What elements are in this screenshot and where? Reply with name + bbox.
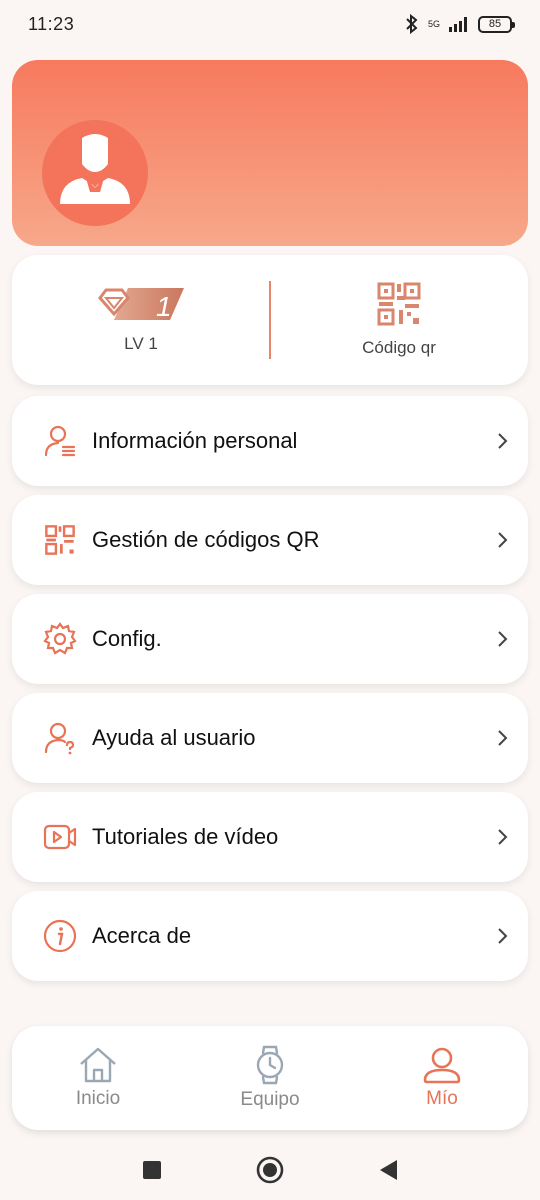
tab-equipo[interactable]: Equipo	[184, 1026, 356, 1130]
gear-icon	[42, 621, 78, 657]
tab-inicio[interactable]: Inicio	[12, 1026, 184, 1130]
menu-item-user-help[interactable]: Ayuda al usuario	[12, 693, 528, 783]
bottom-nav: Inicio Equipo Mío	[12, 1026, 528, 1130]
level-badge-icon	[98, 288, 184, 320]
status-icons: 5G 85	[404, 14, 515, 34]
menu-label: Tutoriales de vídeo	[92, 824, 279, 849]
avatar-person-icon	[60, 134, 130, 204]
battery-indicator: 85	[478, 15, 515, 33]
video-icon	[42, 819, 78, 855]
chevron-right-icon	[478, 432, 528, 450]
home-button[interactable]	[255, 1155, 285, 1185]
chevron-right-icon	[478, 531, 528, 549]
menu-item-config[interactable]: Config.	[12, 594, 528, 684]
menu-label: Información personal	[92, 428, 298, 453]
qr-label: Código qr	[362, 338, 436, 357]
menu-label: Acerca de	[92, 923, 192, 948]
menu-label: Gestión de códigos QR	[92, 527, 320, 552]
avatar[interactable]	[42, 120, 148, 226]
home-icon	[80, 1047, 116, 1083]
back-button[interactable]	[377, 1158, 399, 1182]
signal-icon	[449, 17, 467, 32]
tab-label: Mío	[426, 1088, 458, 1109]
qr-code-icon	[42, 522, 78, 558]
network-type: 5G	[427, 18, 440, 29]
menu-label: Ayuda al usuario	[92, 725, 256, 750]
bluetooth-icon	[406, 14, 418, 34]
status-bar: 11:23 5G 85	[0, 0, 540, 48]
qr-section[interactable]: Código qr	[270, 255, 528, 385]
chevron-right-icon	[478, 927, 528, 945]
level-card: 1 LV 1 Código qr	[12, 255, 528, 385]
chevron-right-icon	[478, 729, 528, 747]
menu-label: Config.	[92, 626, 162, 651]
tab-mio[interactable]: Mío	[356, 1026, 528, 1130]
menu-item-qr-management[interactable]: Gestión de códigos QR	[12, 495, 528, 585]
tab-label: Equipo	[240, 1089, 300, 1110]
tab-label: Inicio	[75, 1088, 121, 1109]
qr-code-icon	[377, 282, 421, 326]
menu-item-video-tutorials[interactable]: Tutoriales de vídeo	[12, 792, 528, 882]
user-help-icon	[42, 720, 78, 756]
profile-header	[12, 60, 528, 246]
recents-button[interactable]	[141, 1159, 163, 1181]
info-icon	[42, 918, 78, 954]
level-label: LV 1	[124, 334, 158, 353]
menu-item-about[interactable]: Acerca de	[12, 891, 528, 981]
watch-icon	[256, 1045, 284, 1085]
menu-item-personal-info[interactable]: Información personal	[12, 396, 528, 486]
system-nav-bar	[0, 1140, 540, 1200]
chevron-right-icon	[478, 630, 528, 648]
person-list-icon	[42, 423, 78, 459]
chevron-right-icon	[478, 828, 528, 846]
level-badge-number: 1	[156, 291, 172, 322]
level-section[interactable]: 1 LV 1	[12, 255, 270, 385]
status-time: 11:23	[28, 13, 75, 34]
person-icon	[423, 1047, 461, 1084]
